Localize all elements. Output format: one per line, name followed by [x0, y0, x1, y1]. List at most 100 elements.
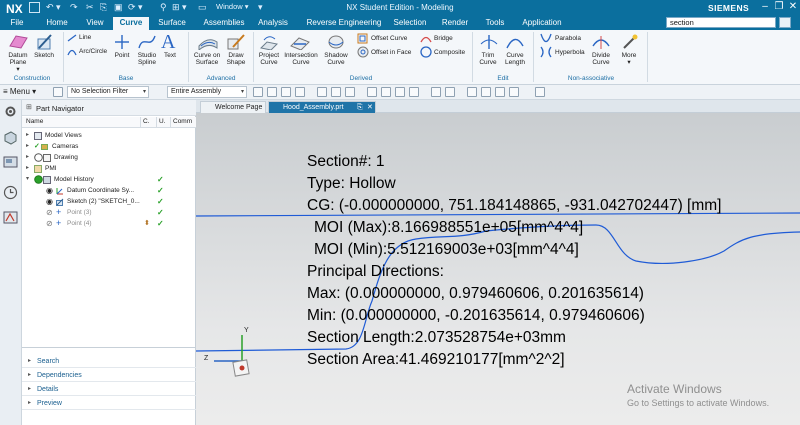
shadow-curve-button[interactable]: Shadow Curve	[320, 52, 352, 66]
command-search-input[interactable]: section	[666, 17, 776, 28]
offset-curve-button[interactable]: Offset Curve	[371, 35, 407, 42]
offset-in-face-button[interactable]: Offset in Face	[371, 49, 411, 56]
search-icon[interactable]	[779, 17, 791, 28]
arc-circle-icon[interactable]	[67, 47, 77, 56]
trim-curve-icon[interactable]	[480, 34, 498, 50]
sketch-icon[interactable]	[35, 33, 53, 51]
composite-icon[interactable]	[420, 46, 432, 58]
text-icon[interactable]: A	[161, 31, 175, 54]
selection-scope-select[interactable]: Entire Assembly ▾	[167, 86, 247, 98]
point-icon[interactable]	[114, 34, 130, 50]
offset-in-face-icon[interactable]	[357, 46, 369, 58]
curve-on-surface-button[interactable]: Curve on Surface	[192, 52, 222, 66]
draw-shape-button[interactable]: Draw Shape	[222, 52, 250, 66]
divide-curve-button[interactable]: Divide Curve	[587, 52, 615, 66]
panel-search[interactable]: ▸ Search	[22, 355, 196, 368]
curve-length-button[interactable]: Curve Length	[500, 52, 530, 66]
tree-row-point-3[interactable]: ⊘ + Point (3) ✓	[22, 207, 196, 218]
shadow-curve-icon[interactable]	[327, 34, 345, 50]
hidden-eye-icon[interactable]: ⊘	[46, 218, 53, 229]
tab-analysis[interactable]: Analysis	[254, 17, 292, 30]
intersection-snap-icon[interactable]	[445, 87, 455, 97]
parabola-icon[interactable]	[540, 33, 552, 43]
text-button[interactable]: Text	[160, 52, 180, 59]
point-button[interactable]: Point	[110, 52, 134, 59]
expand-icon[interactable]: ▸	[26, 130, 29, 141]
line-icon[interactable]	[67, 34, 77, 42]
deselect-icon[interactable]	[295, 87, 305, 97]
tree-row-model-history[interactable]: ▾ Model History ✓	[22, 174, 196, 185]
divide-curve-icon[interactable]	[592, 34, 610, 50]
graphics-window[interactable]: Section#: 1 Type: Hollow CG: (-0.0000000…	[196, 113, 800, 425]
selection-icon[interactable]	[53, 87, 63, 97]
offset-curve-icon[interactable]	[357, 33, 368, 44]
project-curve-icon[interactable]	[260, 34, 278, 50]
bridge-icon[interactable]	[420, 33, 432, 43]
column-comment[interactable]: Comm	[173, 118, 192, 125]
composite-button[interactable]: Composite	[434, 49, 465, 56]
hidden-eye-icon[interactable]: ⊘	[46, 207, 53, 218]
bridge-button[interactable]: Bridge	[434, 35, 453, 42]
snap-icon[interactable]	[253, 87, 263, 97]
tree-row-sketch[interactable]: ◉ Sketch (2) "SKETCH_0... ✓	[22, 196, 196, 207]
tab-welcome-page[interactable]: Welcome Page	[200, 101, 266, 113]
tab-reverse-engineering[interactable]: Reverse Engineering	[300, 17, 388, 30]
datum-plane-icon[interactable]	[8, 34, 28, 50]
tree-row-drawing[interactable]: ▸ Drawing	[22, 152, 196, 163]
intersection-curve-button[interactable]: Intersection Curve	[283, 52, 319, 66]
expand-icon[interactable]: ▸	[26, 152, 29, 163]
filter-icon[interactable]	[267, 87, 277, 97]
selection-filter-select[interactable]: No Selection Filter ▾	[67, 86, 149, 98]
column-name[interactable]: Name	[26, 118, 43, 125]
tab-application[interactable]: Application	[518, 17, 566, 30]
arc-circle-button[interactable]: Arc/Circle	[79, 48, 107, 55]
edge-icon[interactable]	[345, 87, 355, 97]
feature-icon[interactable]	[317, 87, 327, 97]
center-snap-icon[interactable]	[409, 87, 419, 97]
tree-row-pmi[interactable]: ▸ PMI	[22, 163, 196, 174]
column-uptodate[interactable]: U.	[159, 118, 166, 125]
assembly-navigator-icon[interactable]	[3, 130, 18, 145]
minimize-icon[interactable]: –	[758, 1, 772, 12]
panel-divider[interactable]	[22, 347, 196, 355]
view-triad[interactable]	[202, 327, 258, 383]
expand-icon[interactable]: ▸	[26, 141, 29, 152]
hyperbola-icon[interactable]	[540, 46, 552, 58]
tab-render[interactable]: Render	[438, 17, 472, 30]
face-icon[interactable]	[331, 87, 341, 97]
wcs-icon[interactable]	[509, 87, 519, 97]
more-button[interactable]: More ▾	[616, 52, 642, 66]
settings-icon[interactable]	[3, 104, 18, 119]
pin-icon[interactable]: ⊞	[26, 103, 32, 111]
project-curve-button[interactable]: Project Curve	[255, 52, 283, 66]
midpoint-snap-icon[interactable]	[395, 87, 405, 97]
eye-icon[interactable]: ◉	[46, 185, 53, 196]
select-all-icon[interactable]	[281, 87, 291, 97]
history-icon[interactable]	[3, 185, 18, 200]
endpoint-snap-icon[interactable]	[381, 87, 391, 97]
line-button[interactable]: Line	[79, 34, 91, 41]
menu-button[interactable]: ≡ Menu ▾	[3, 87, 36, 96]
tab-surface[interactable]: Surface	[154, 17, 190, 30]
panel-details[interactable]: ▸ Details	[22, 383, 196, 396]
tab-file[interactable]: File	[4, 17, 30, 30]
quadrant-snap-icon[interactable]	[431, 87, 441, 97]
trim-curve-button[interactable]: Trim Curve	[475, 52, 501, 66]
view-orient-icon[interactable]	[467, 87, 477, 97]
render-style-icon[interactable]	[481, 87, 491, 97]
measure-icon[interactable]	[535, 87, 545, 97]
expand-icon[interactable]: ▸	[26, 163, 29, 174]
studio-spline-button[interactable]: Studio Spline	[133, 52, 161, 66]
restore-icon[interactable]: ❐	[772, 1, 786, 12]
more-icon[interactable]	[622, 34, 638, 50]
collapse-icon[interactable]: ▾	[26, 174, 29, 185]
studio-spline-icon[interactable]	[138, 34, 156, 50]
part-navigator-icon[interactable]	[3, 154, 18, 169]
eye-icon[interactable]: ◉	[46, 196, 53, 207]
panel-preview[interactable]: ▸ Preview	[22, 397, 196, 410]
tab-home[interactable]: Home	[41, 17, 73, 30]
tree-row-model-views[interactable]: ▸ Model Views	[22, 130, 196, 141]
tab-hood-assembly[interactable]: Hood_Assembly.prt ⎘ ✕	[268, 101, 376, 113]
hyperbola-button[interactable]: Hyperbola	[555, 49, 585, 56]
parabola-button[interactable]: Parabola	[555, 35, 581, 42]
